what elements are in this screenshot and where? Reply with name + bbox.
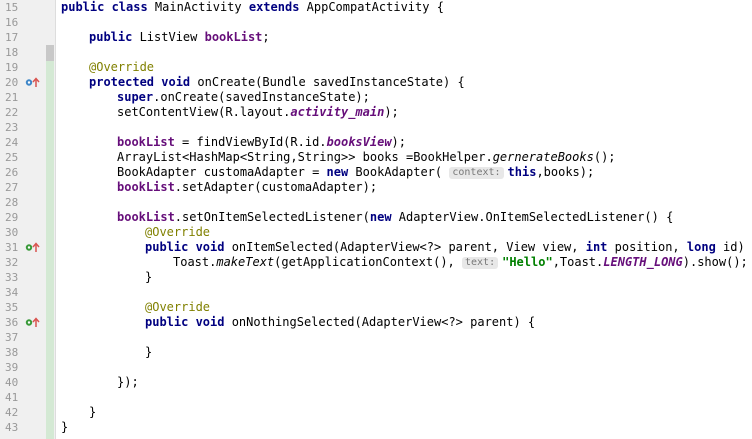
line-number: 36 (5, 316, 19, 329)
line-number: 29 (5, 211, 19, 224)
line-number: 33 (5, 271, 19, 284)
code-line: } (61, 420, 69, 434)
parameter-hint: context: (449, 167, 504, 179)
line-number: 23 (5, 121, 19, 134)
editor-gutter: 15 16 17 18 19 20 21 22 23 24 25 26 27 2… (0, 0, 56, 439)
code-line: public void onNothingSelected(AdapterVie… (145, 315, 536, 329)
code-line: }); (117, 375, 139, 389)
code-line: } (89, 405, 97, 419)
code-line: setContentView(R.layout.activity_main); (117, 105, 399, 119)
line-number: 21 (5, 91, 19, 104)
line-number: 27 (5, 181, 19, 194)
line-number: 15 (5, 1, 19, 14)
code-line: bookList = findViewById(R.id.booksView); (117, 135, 406, 149)
line-number: 28 (5, 196, 19, 209)
implement-marker-icon[interactable] (25, 242, 43, 253)
line-number: 42 (5, 406, 19, 419)
line-number: 26 (5, 166, 19, 179)
line-number: 41 (5, 391, 19, 404)
code-line: bookList.setOnItemSelectedListener(new A… (117, 210, 674, 224)
code-line: @Override (89, 60, 155, 74)
line-number: 31 (5, 241, 19, 254)
code-line: protected void onCreate(Bundle savedInst… (89, 75, 465, 89)
code-line: @Override (145, 225, 211, 239)
line-number: 16 (5, 16, 19, 29)
line-number: 24 (5, 136, 19, 149)
code-line: public void onItemSelected(AdapterView<?… (145, 240, 752, 254)
code-area[interactable]: public class MainActivity extends AppCom… (61, 0, 752, 439)
code-line: bookList.setAdapter(customaAdapter); (117, 180, 378, 194)
line-number: 38 (5, 346, 19, 359)
code-line: BookAdapter customaAdapter = new BookAda… (117, 165, 595, 179)
code-line: public ListView bookList; (89, 30, 270, 44)
line-number: 25 (5, 151, 19, 164)
code-editor[interactable]: 15 16 17 18 19 20 21 22 23 24 25 26 27 2… (0, 0, 752, 439)
code-line: public class MainActivity extends AppCom… (61, 0, 444, 14)
code-line: ArrayList<HashMap<String,String>> books … (117, 150, 616, 164)
line-number: 22 (5, 106, 19, 119)
code-line: super.onCreate(savedInstanceState); (117, 90, 370, 104)
line-number: 39 (5, 361, 19, 374)
line-number: 32 (5, 256, 19, 269)
code-line: } (145, 270, 153, 284)
code-line: Toast.makeText(getApplicationContext(), … (173, 255, 748, 269)
override-marker-icon[interactable] (25, 77, 43, 88)
line-number: 20 (5, 76, 19, 89)
implement-marker-icon[interactable] (25, 317, 43, 328)
line-number: 35 (5, 301, 19, 314)
code-line: @Override (145, 300, 211, 314)
line-number: 18 (5, 46, 19, 59)
line-number: 17 (5, 31, 19, 44)
line-number: 34 (5, 286, 19, 299)
line-number: 40 (5, 376, 19, 389)
parameter-hint: text: (462, 257, 499, 269)
line-number: 30 (5, 226, 19, 239)
line-number: 19 (5, 61, 19, 74)
line-number: 37 (5, 331, 19, 344)
line-number: 43 (5, 421, 19, 434)
code-line: } (145, 345, 153, 359)
